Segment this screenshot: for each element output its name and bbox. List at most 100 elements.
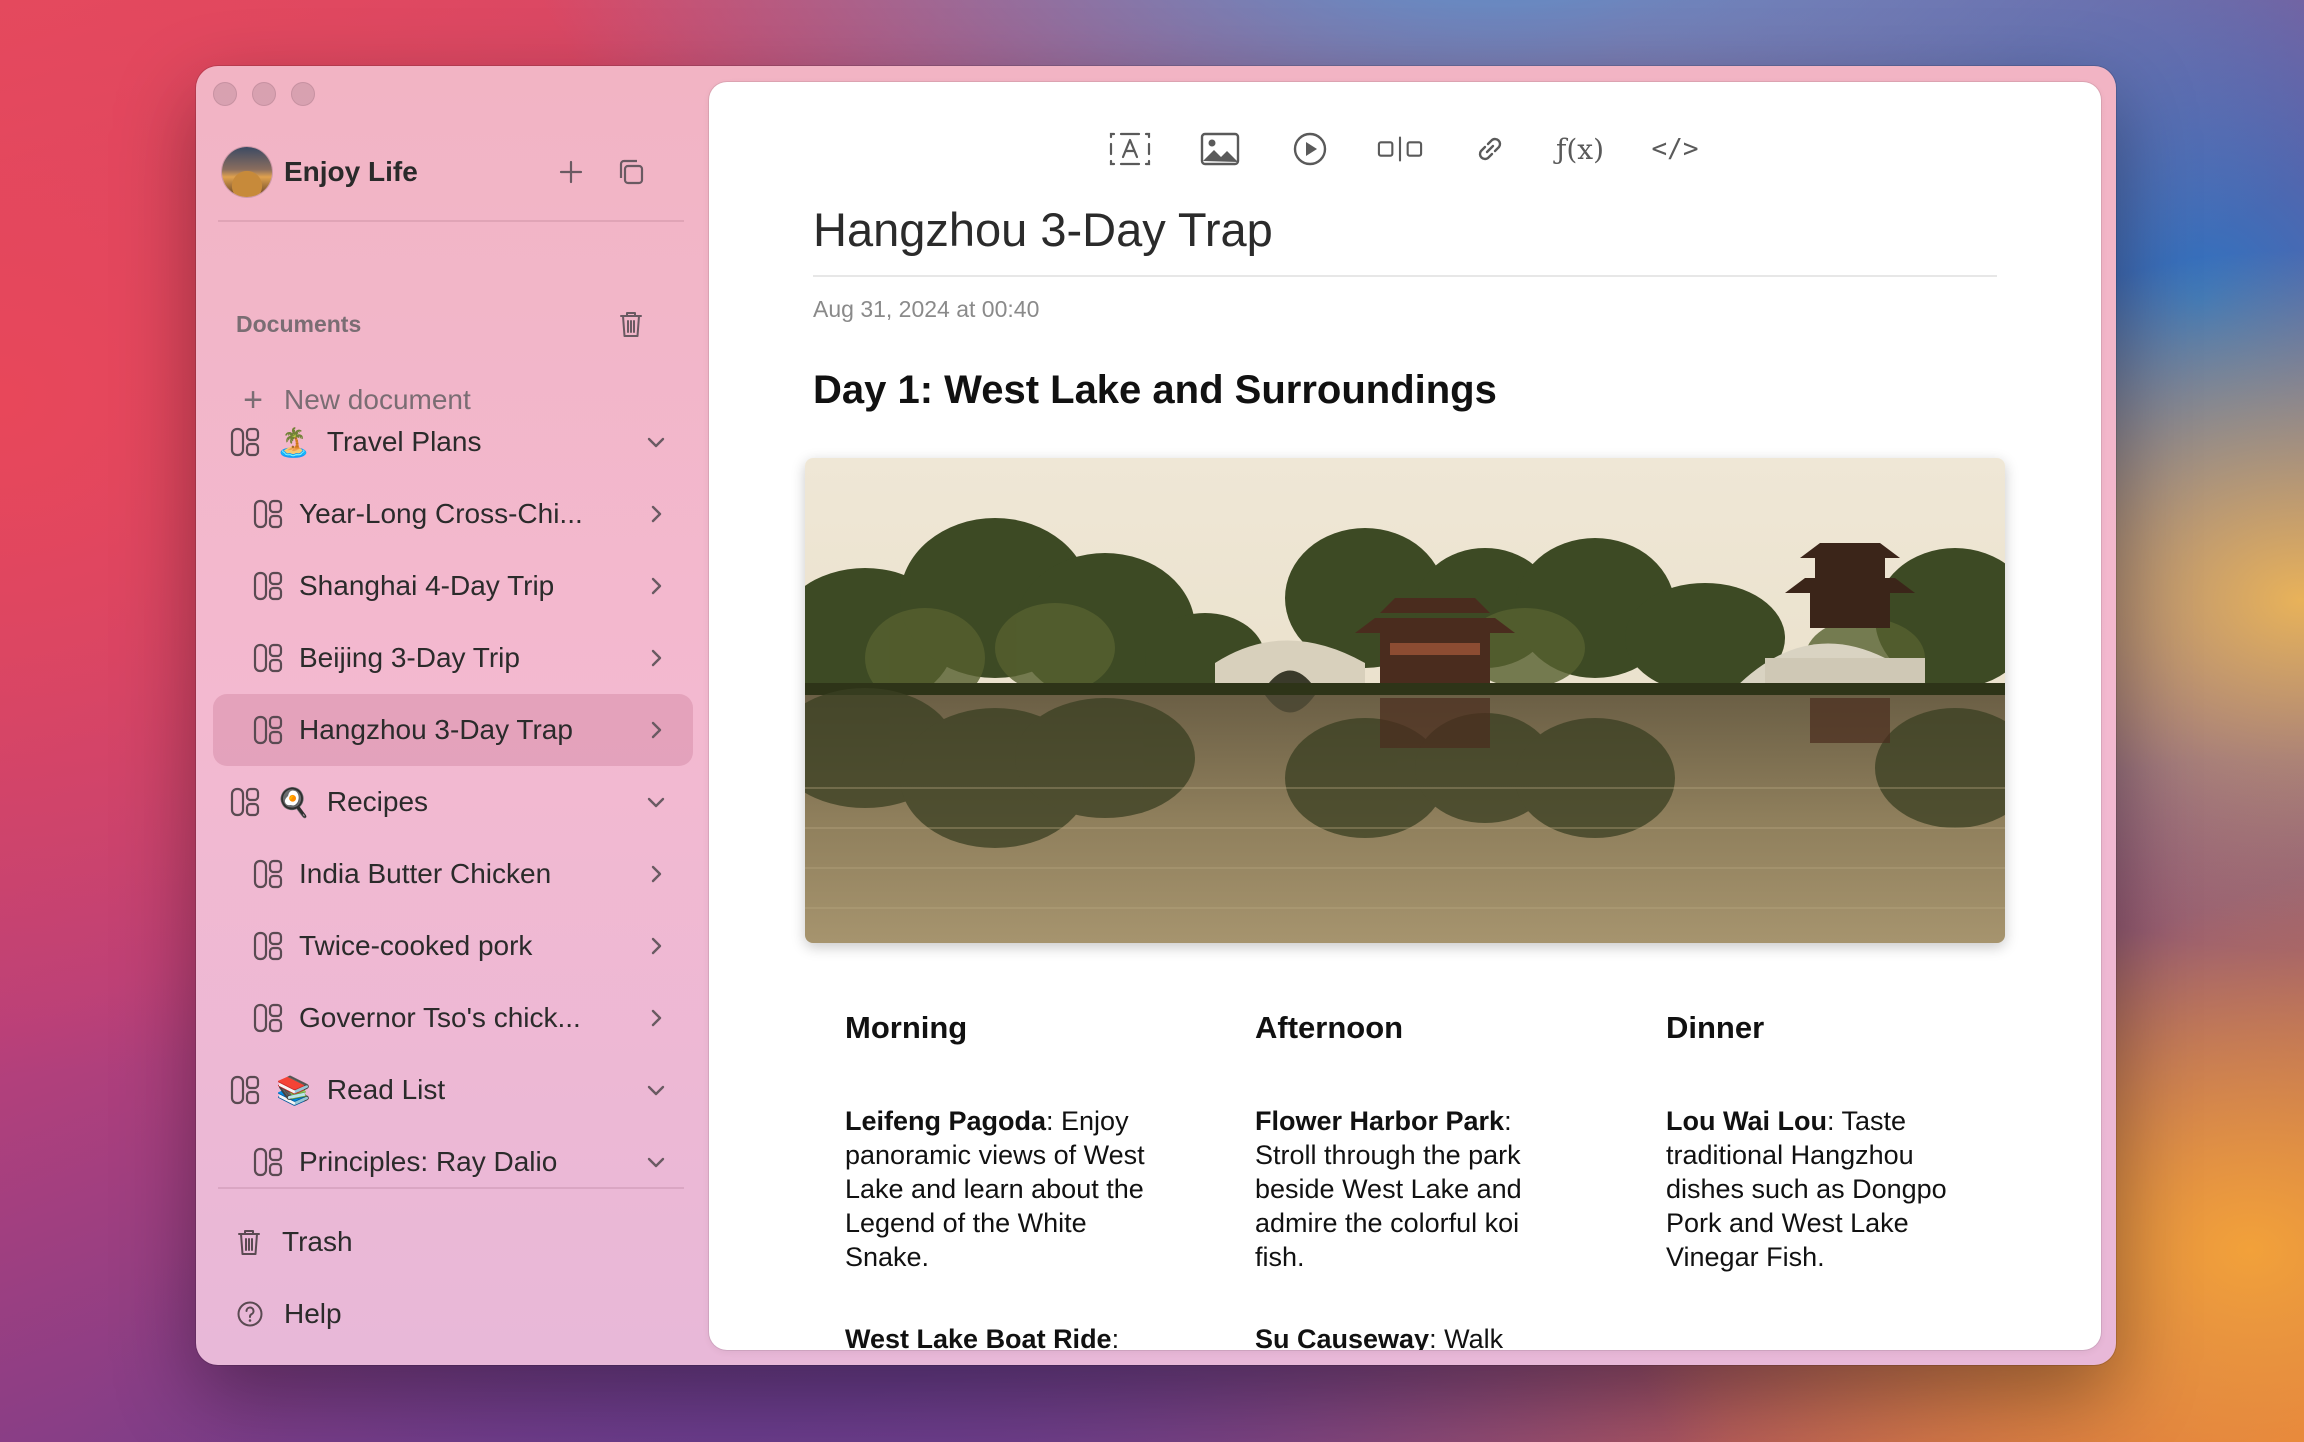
chevron-down-icon[interactable] [643, 1149, 669, 1175]
sidebar-item-emoji: 📚 [276, 1074, 311, 1106]
document-title[interactable]: Hangzhou 3-Day Trap [813, 202, 1997, 277]
code-icon: </> [1651, 134, 1699, 164]
columns-icon [1377, 136, 1423, 162]
sidebar-item-label: Recipes [326, 786, 429, 817]
document-icon [253, 715, 283, 745]
trash-label: Trash [282, 1226, 353, 1257]
sidebar-item-label: Beijing 3-Day Trip [299, 642, 520, 673]
text-box-icon [1109, 132, 1151, 166]
sidebar-item-label: Principles: Ray Dalio [299, 1146, 558, 1177]
column-title: Dinner [1666, 1010, 1765, 1045]
entry-text: : Walk [1429, 1324, 1504, 1350]
chevron-right-icon[interactable] [643, 933, 669, 959]
section-heading[interactable]: Day 1: West Lake and Surroundings [813, 368, 1497, 413]
insert-video-button[interactable] [1287, 126, 1333, 172]
chevron-right-icon[interactable] [643, 573, 669, 599]
sidebar-item[interactable]: Hangzhou 3-Day Trap [213, 694, 693, 766]
insert-code-button[interactable]: </> [1647, 126, 1703, 172]
insert-toolbar: ƒ(x) </> [709, 122, 2101, 176]
section-title: Documents [236, 310, 362, 337]
sidebar-item-label: Year-Long Cross-Chi... [299, 498, 583, 529]
document-icon [253, 499, 283, 529]
chevron-right-icon[interactable] [643, 717, 669, 743]
chevron-right-icon[interactable] [643, 861, 669, 887]
help-nav-item[interactable]: Help [236, 1292, 342, 1336]
afternoon-column[interactable]: Afternoon Flower Harbor Park: Stroll thr… [1255, 1010, 1575, 1350]
trash-nav-item[interactable]: Trash [236, 1220, 353, 1264]
document-date: Aug 31, 2024 at 00:40 [813, 296, 1040, 322]
sidebar-item[interactable]: 📚 Read List [213, 1054, 693, 1126]
insert-link-button[interactable] [1467, 126, 1513, 172]
trash-icon [238, 1230, 260, 1255]
lake-pavilion-image [805, 458, 2005, 943]
document-icon [230, 787, 260, 817]
column-entry: Lou Wai Lou: Taste traditional Hangzhou … [1666, 1104, 1986, 1274]
sidebar-item-label: Twice-cooked pork [299, 930, 533, 961]
dinner-column[interactable]: Dinner Lou Wai Lou: Taste traditional Ha… [1666, 1010, 1986, 1274]
sidebar-item[interactable]: 🏝️ Travel Plans [213, 406, 693, 478]
copy-icon [619, 159, 644, 185]
sidebar: Enjoy Life Documents + New document 🏝️ Tr… [196, 66, 693, 1365]
entry-place: Leifeng Pagoda [845, 1106, 1047, 1136]
insert-columns-button[interactable] [1377, 126, 1423, 172]
entry-place: Lou Wai Lou [1666, 1106, 1827, 1136]
sidebar-item[interactable]: 🍳 Recipes [213, 766, 693, 838]
chevron-down-icon[interactable] [643, 1077, 669, 1103]
trash-icon [620, 312, 642, 337]
morning-column[interactable]: Morning Leifeng Pagoda: Enjoy panoramic … [845, 1010, 1165, 1350]
entry-place: West Lake Boat Ride [845, 1324, 1112, 1350]
sidebar-item[interactable]: Twice-cooked pork [213, 910, 693, 982]
column-entry: Su Causeway: Walk [1255, 1322, 1575, 1350]
link-icon [1478, 137, 1502, 161]
insert-image-button[interactable] [1197, 126, 1243, 172]
plus-icon [559, 160, 583, 184]
divider [218, 1187, 684, 1189]
sidebar-item-label: Hangzhou 3-Day Trap [299, 714, 573, 745]
document-editor: ƒ(x) </> Hangzhou 3-Day Trap Aug 31, 202… [709, 82, 2101, 1350]
chevron-right-icon[interactable] [643, 645, 669, 671]
play-icon [1293, 132, 1327, 166]
sidebar-item[interactable]: Governor Tso's chick... [213, 982, 693, 1054]
column-entry: Flower Harbor Park: Stroll through the p… [1255, 1104, 1575, 1274]
chevron-right-icon[interactable] [643, 1005, 669, 1031]
column-entry: West Lake Boat Ride: [845, 1322, 1165, 1350]
sidebar-item-label: Travel Plans [326, 426, 482, 457]
column-title: Afternoon [1255, 1010, 1404, 1045]
app-window: Enjoy Life Documents + New document 🏝️ Tr… [196, 66, 2116, 1365]
avatar[interactable] [222, 147, 272, 197]
sidebar-item-label: Read List [326, 1074, 446, 1105]
help-label: Help [284, 1298, 342, 1329]
sidebar-item-label: Shanghai 4-Day Trip [299, 570, 555, 601]
sidebar-item-label: Governor Tso's chick... [299, 1002, 581, 1033]
sidebar-item[interactable]: Year-Long Cross-Chi... [213, 478, 693, 550]
divider [218, 220, 684, 222]
document-icon [253, 571, 283, 601]
entry-text: : [1111, 1324, 1120, 1350]
sidebar-item[interactable]: India Butter Chicken [213, 838, 693, 910]
help-icon [237, 1301, 263, 1327]
sidebar-item[interactable]: Shanghai 4-Day Trip [213, 550, 693, 622]
chevron-down-icon[interactable] [643, 789, 669, 815]
sidebar-item[interactable]: Beijing 3-Day Trip [213, 622, 693, 694]
image-icon [1200, 132, 1240, 166]
insert-text-box-button[interactable] [1107, 126, 1153, 172]
entry-place: Flower Harbor Park [1255, 1106, 1505, 1136]
document-icon [253, 859, 283, 889]
profile-name[interactable]: Enjoy Life [284, 156, 418, 188]
document-icon [230, 1075, 260, 1105]
chevron-right-icon[interactable] [643, 501, 669, 527]
document-icon [253, 931, 283, 961]
chevron-down-icon[interactable] [643, 429, 669, 455]
function-icon: ƒ(x) [1556, 132, 1605, 166]
sidebar-item-label: India Butter Chicken [299, 858, 552, 889]
delete-button[interactable] [611, 304, 651, 344]
duplicate-button[interactable] [611, 152, 651, 192]
add-button[interactable] [551, 152, 591, 192]
insert-formula-button[interactable]: ƒ(x) [1556, 126, 1605, 172]
west-lake-photo[interactable] [805, 458, 2005, 943]
document-icon [230, 427, 260, 457]
column-entry: Leifeng Pagoda: Enjoy panoramic views of… [845, 1104, 1165, 1274]
documents-section-header: Documents [236, 306, 651, 342]
column-title: Morning [845, 1010, 968, 1045]
document-icon [253, 1003, 283, 1033]
